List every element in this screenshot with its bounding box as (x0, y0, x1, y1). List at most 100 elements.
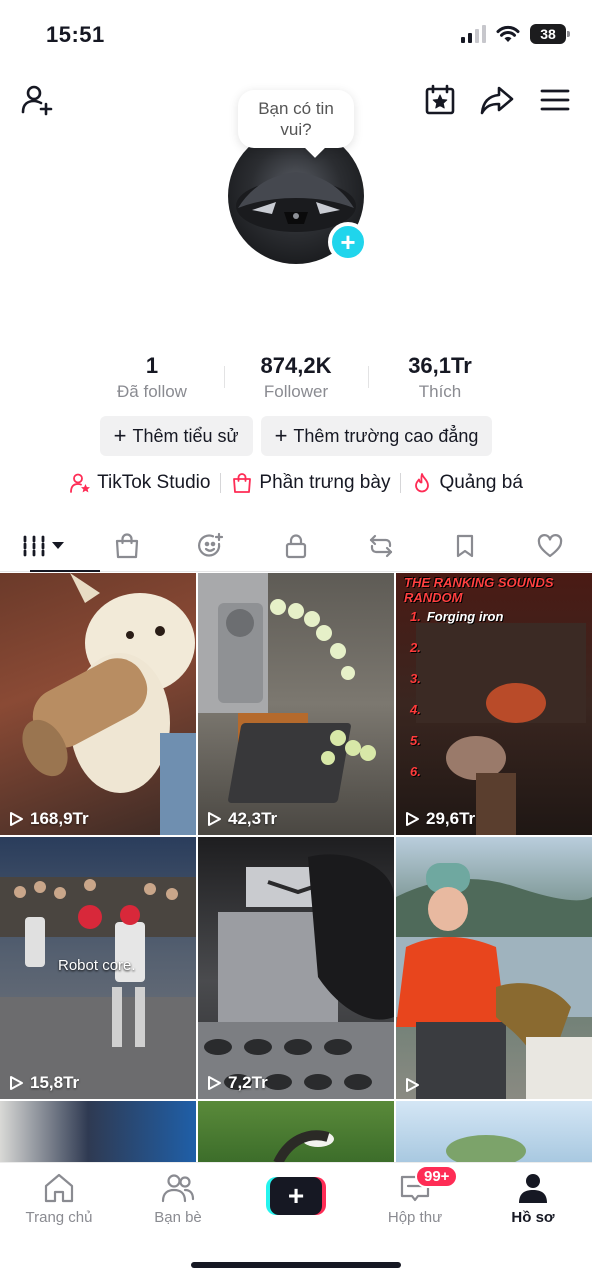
wifi-icon (496, 25, 520, 42)
play-icon (208, 1076, 221, 1090)
view-count: 7,2Tr (206, 1073, 268, 1093)
profile-actions: + Thêm tiểu sử + Thêm trường cao đẳng (0, 416, 592, 456)
cellular-signal-icon (461, 25, 486, 43)
calendar-star-icon (425, 84, 455, 115)
nav-friends-label: Bạn bè (154, 1209, 202, 1226)
status-time: 15:51 (46, 22, 105, 47)
video-tile[interactable]: 168,9Tr (0, 573, 196, 835)
likes-count: 36,1Tr (408, 353, 472, 378)
view-count: 168,9Tr (8, 809, 89, 829)
friends-icon (161, 1174, 195, 1203)
repost-icon (369, 534, 392, 557)
grid-bars-icon (23, 535, 45, 556)
play-icon (406, 812, 419, 826)
profile-content-tabs (0, 520, 592, 572)
tab-saved[interactable] (423, 520, 508, 571)
likes-stat[interactable]: 36,1Tr Thích (368, 352, 512, 402)
face-sparkle-icon (198, 532, 224, 557)
following-stat[interactable]: 1 Đã follow (80, 352, 224, 402)
video-tile[interactable] (396, 837, 592, 1099)
create-plus-icon: + (270, 1177, 322, 1215)
nav-home[interactable]: Trang chủ (9, 1171, 109, 1226)
add-bio-button[interactable]: + Thêm tiểu sử (99, 416, 253, 456)
tab-videos[interactable] (0, 520, 100, 572)
tab-liked[interactable] (507, 520, 592, 571)
tab-shop[interactable] (85, 520, 170, 571)
profile-avatar[interactable]: + (228, 128, 368, 264)
view-count (404, 1077, 426, 1093)
add-avatar-story-button[interactable]: + (328, 222, 368, 262)
menu-button[interactable] (535, 80, 575, 120)
promote-label: Quảng bá (439, 472, 523, 493)
view-count-label: 168,9Tr (30, 809, 89, 828)
tab-favorites-sticker[interactable] (169, 520, 254, 571)
tiktok-studio-label: TikTok Studio (97, 472, 211, 493)
play-icon (10, 812, 23, 826)
video-tile[interactable]: THE RANKING SOUNDS RANDOM 1. Forging iron… (396, 573, 592, 835)
rank-item: 1. Forging iron (410, 609, 504, 624)
following-count: 1 (145, 353, 159, 378)
video-thumbnail (22, 573, 196, 835)
nav-profile[interactable]: Hồ sơ (483, 1171, 583, 1226)
rank-item: 5. (410, 733, 421, 748)
person-plus-icon (21, 85, 53, 116)
video-thumbnail (198, 573, 376, 803)
tab-private[interactable] (254, 520, 339, 571)
rank-item: 6. (410, 764, 421, 779)
nav-home-label: Trang chủ (25, 1209, 93, 1226)
status-bar: 15:51 38 (0, 0, 592, 70)
promote-link[interactable]: Quảng bá (411, 472, 523, 494)
plus-icon: + (274, 423, 288, 448)
play-icon (10, 1076, 23, 1090)
nav-profile-label: Hồ sơ (511, 1209, 555, 1226)
lock-icon (285, 533, 307, 558)
video-tile[interactable] (396, 1101, 592, 1163)
calendar-button[interactable] (420, 80, 460, 120)
create-button[interactable]: + (266, 1177, 326, 1215)
video-thumbnail (396, 863, 592, 1099)
followers-stat[interactable]: 874,2K Follower (224, 352, 368, 402)
battery-indicator: 38 (530, 24, 570, 44)
divider (220, 473, 222, 493)
video-grid: 168,9Tr 42,3Tr THE RANKING SOUNDS RANDOM… (0, 573, 592, 1163)
nav-inbox[interactable]: 99+ Hộp thư (365, 1165, 465, 1226)
add-college-button[interactable]: + Thêm trường cao đẳng (260, 416, 493, 456)
video-tile[interactable]: 42,3Tr (198, 573, 394, 835)
add-bio-label: Thêm tiểu sử (132, 425, 239, 446)
showcase-link[interactable]: Phần trưng bày (231, 472, 390, 494)
view-count: 42,3Tr (206, 809, 277, 829)
bookmark-icon (457, 534, 474, 557)
play-icon (208, 812, 221, 826)
hamburger-menu-icon (540, 89, 570, 111)
video-tile[interactable] (198, 1101, 394, 1163)
shopping-bag-icon (233, 473, 252, 493)
home-indicator (191, 1262, 401, 1268)
video-tile[interactable] (0, 1101, 196, 1163)
likes-label: Thích (418, 382, 462, 401)
shopping-bag-icon (115, 532, 138, 558)
video-tile[interactable]: 7,2Tr (198, 837, 394, 1099)
ranking-list: 1. Forging iron 2. 3. 4. 5. 6. (410, 609, 503, 795)
view-count-label: 7,2Tr (228, 1073, 268, 1092)
nav-inbox-label: Hộp thư (387, 1209, 443, 1226)
plus-icon: + (113, 423, 127, 448)
flame-icon (415, 473, 430, 493)
nav-friends[interactable]: Bạn bè (128, 1171, 228, 1226)
share-profile-button[interactable] (477, 80, 517, 120)
view-count-label: 29,6Tr (426, 809, 476, 828)
inbox-badge: 99+ (415, 1165, 459, 1188)
rank-item: 3. (410, 671, 421, 686)
video-tile[interactable]: Robot core. 15,8Tr (0, 837, 196, 1099)
view-count-label: 42,3Tr (228, 809, 278, 828)
rank-item: 2. (410, 640, 421, 655)
heart-icon (537, 533, 562, 557)
chevron-down-icon (52, 542, 65, 549)
add-friend-button[interactable] (18, 80, 58, 120)
story-prompt-bubble[interactable]: Bạn có tin vui? (238, 90, 354, 148)
tab-reposts[interactable] (338, 520, 423, 571)
play-icon (406, 1078, 419, 1092)
overlay-title: THE RANKING SOUNDS RANDOM (404, 575, 554, 605)
tiktok-studio-link[interactable]: TikTok Studio (69, 472, 210, 494)
showcase-label: Phần trưng bày (259, 472, 391, 493)
view-count: 15,8Tr (8, 1073, 79, 1093)
